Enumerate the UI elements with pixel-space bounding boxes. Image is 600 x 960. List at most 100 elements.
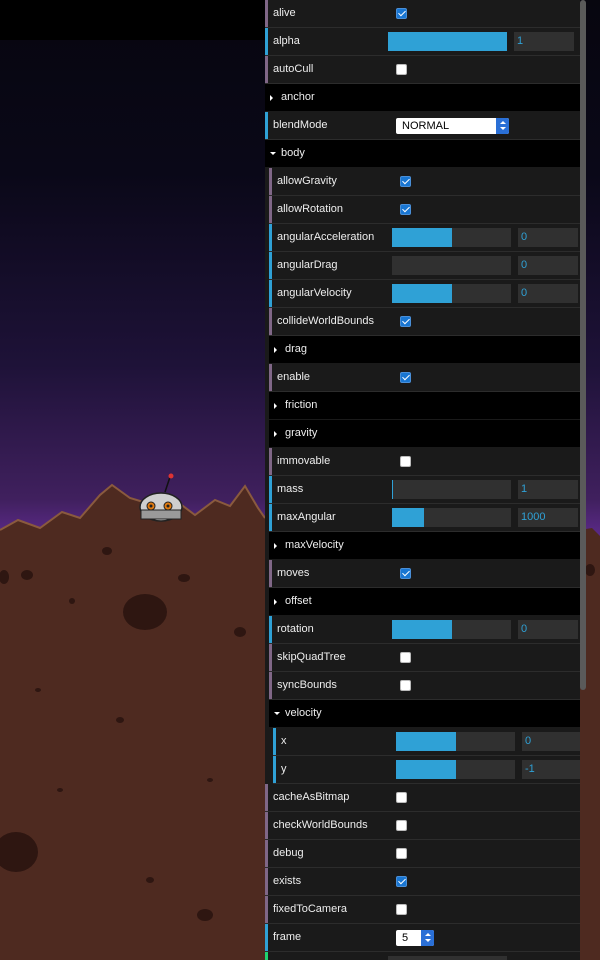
caret-down-icon[interactable]: [270, 152, 276, 155]
caret-right-icon[interactable]: [274, 543, 277, 549]
top-band: [0, 0, 265, 40]
property-label: fixedToCamera: [273, 903, 347, 915]
property-label: offset: [285, 595, 312, 607]
property-checkbox[interactable]: [400, 316, 411, 327]
property-row-partial: [265, 952, 580, 960]
property-number-input[interactable]: 0: [518, 256, 578, 275]
slider-fill: [392, 228, 452, 247]
property-label: enable: [277, 371, 311, 383]
property-label: debug: [273, 847, 304, 859]
property-checkbox[interactable]: [400, 456, 411, 467]
property-row-max-velocity[interactable]: maxVelocity: [269, 532, 580, 560]
property-number-input[interactable]: 1000: [518, 508, 578, 527]
property-checkbox[interactable]: [400, 568, 411, 579]
property-label: alpha: [273, 35, 300, 47]
property-checkbox[interactable]: [396, 904, 407, 915]
property-checkbox[interactable]: [396, 876, 407, 887]
property-slider[interactable]: [392, 284, 511, 303]
property-label: syncBounds: [277, 679, 337, 691]
property-select[interactable]: NORMAL: [396, 118, 509, 134]
property-label: blendMode: [273, 119, 328, 131]
property-checkbox[interactable]: [400, 680, 411, 691]
property-checkbox[interactable]: [396, 64, 407, 75]
property-label: mass: [277, 483, 304, 495]
inspector-scrollbar[interactable]: [580, 0, 586, 690]
property-number-input[interactable]: 1: [514, 32, 574, 51]
property-label: gravity: [285, 427, 318, 439]
property-row-offset[interactable]: offset: [269, 588, 580, 616]
property-row-angular-acceleration: angularAcceleration 0: [269, 224, 580, 252]
property-row-anchor[interactable]: anchor: [265, 84, 580, 112]
property-label: exists: [273, 875, 302, 887]
property-number-input[interactable]: 0: [518, 228, 578, 247]
slider-fill: [392, 284, 452, 303]
property-select[interactable]: 5: [396, 930, 434, 946]
property-slider[interactable]: [392, 228, 511, 247]
caret-right-icon[interactable]: [274, 347, 277, 353]
property-checkbox[interactable]: [400, 204, 411, 215]
property-checkbox[interactable]: [396, 848, 407, 859]
property-checkbox[interactable]: [396, 8, 407, 19]
property-label: immovable: [277, 455, 331, 467]
property-row-skip-quad-tree: skipQuadTree: [269, 644, 580, 672]
property-checkbox[interactable]: [396, 820, 407, 831]
property-slider[interactable]: [388, 956, 507, 960]
property-row-check-world-bounds: checkWorldBounds: [265, 812, 580, 840]
property-slider[interactable]: [396, 732, 515, 751]
property-label: body: [281, 147, 305, 159]
property-checkbox[interactable]: [400, 176, 411, 187]
property-row-alive: alive: [265, 0, 580, 28]
property-row-gravity[interactable]: gravity: [269, 420, 580, 448]
property-row-allow-rotation: allowRotation: [269, 196, 580, 224]
property-label: drag: [285, 343, 308, 355]
property-row-angular-drag: angularDrag 0: [269, 252, 580, 280]
slider-fill: [388, 32, 507, 51]
select-value: 5: [402, 932, 409, 944]
slider-fill: [396, 760, 456, 779]
property-checkbox[interactable]: [396, 792, 407, 803]
caret-right-icon[interactable]: [270, 95, 273, 101]
caret-right-icon[interactable]: [274, 403, 277, 409]
caret-down-icon[interactable]: [274, 712, 280, 715]
property-row-rotation: rotation 0: [269, 616, 580, 644]
property-slider[interactable]: [392, 620, 511, 639]
property-number-input[interactable]: 0: [518, 284, 578, 303]
property-number-input[interactable]: 1: [518, 480, 578, 499]
property-checkbox[interactable]: [400, 372, 411, 383]
property-label: friction: [285, 399, 318, 411]
property-row-body[interactable]: body: [265, 140, 580, 168]
property-row-blend-mode: blendMode NORMAL: [265, 112, 580, 140]
property-label: y: [281, 763, 287, 775]
property-checkbox[interactable]: [400, 652, 411, 663]
property-row-friction[interactable]: friction: [269, 392, 580, 420]
select-arrows-icon: [421, 930, 434, 946]
property-label: angularDrag: [277, 259, 338, 271]
caret-right-icon[interactable]: [274, 431, 277, 437]
property-label: collideWorldBounds: [277, 315, 375, 327]
property-row-exists: exists: [265, 868, 580, 896]
property-row-drag[interactable]: drag: [269, 336, 580, 364]
property-row-sync-bounds: syncBounds: [269, 672, 580, 700]
caret-right-icon[interactable]: [274, 599, 277, 605]
property-label: allowRotation: [277, 203, 344, 215]
property-number-input[interactable]: 0: [518, 620, 578, 639]
property-row-auto-cull: autoCull: [265, 56, 580, 84]
property-row-cache-as-bitmap: cacheAsBitmap: [265, 784, 580, 812]
property-slider[interactable]: [392, 256, 511, 275]
property-label: frame: [273, 931, 302, 943]
property-label: moves: [277, 567, 310, 579]
property-slider[interactable]: [392, 480, 511, 499]
property-row-fixed-to-camera: fixedToCamera: [265, 896, 580, 924]
property-row-velocity[interactable]: velocity: [269, 700, 580, 728]
property-number-input[interactable]: -1: [522, 760, 580, 779]
property-label: checkWorldBounds: [273, 819, 368, 831]
property-label: maxVelocity: [285, 539, 344, 551]
property-row-allow-gravity: allowGravity: [269, 168, 580, 196]
select-arrows-icon: [496, 118, 509, 134]
property-number-input[interactable]: 0: [522, 732, 580, 751]
property-slider[interactable]: [396, 760, 515, 779]
property-slider[interactable]: [388, 32, 507, 51]
select-value: NORMAL: [402, 120, 450, 132]
property-slider[interactable]: [392, 508, 511, 527]
property-label: anchor: [281, 91, 315, 103]
